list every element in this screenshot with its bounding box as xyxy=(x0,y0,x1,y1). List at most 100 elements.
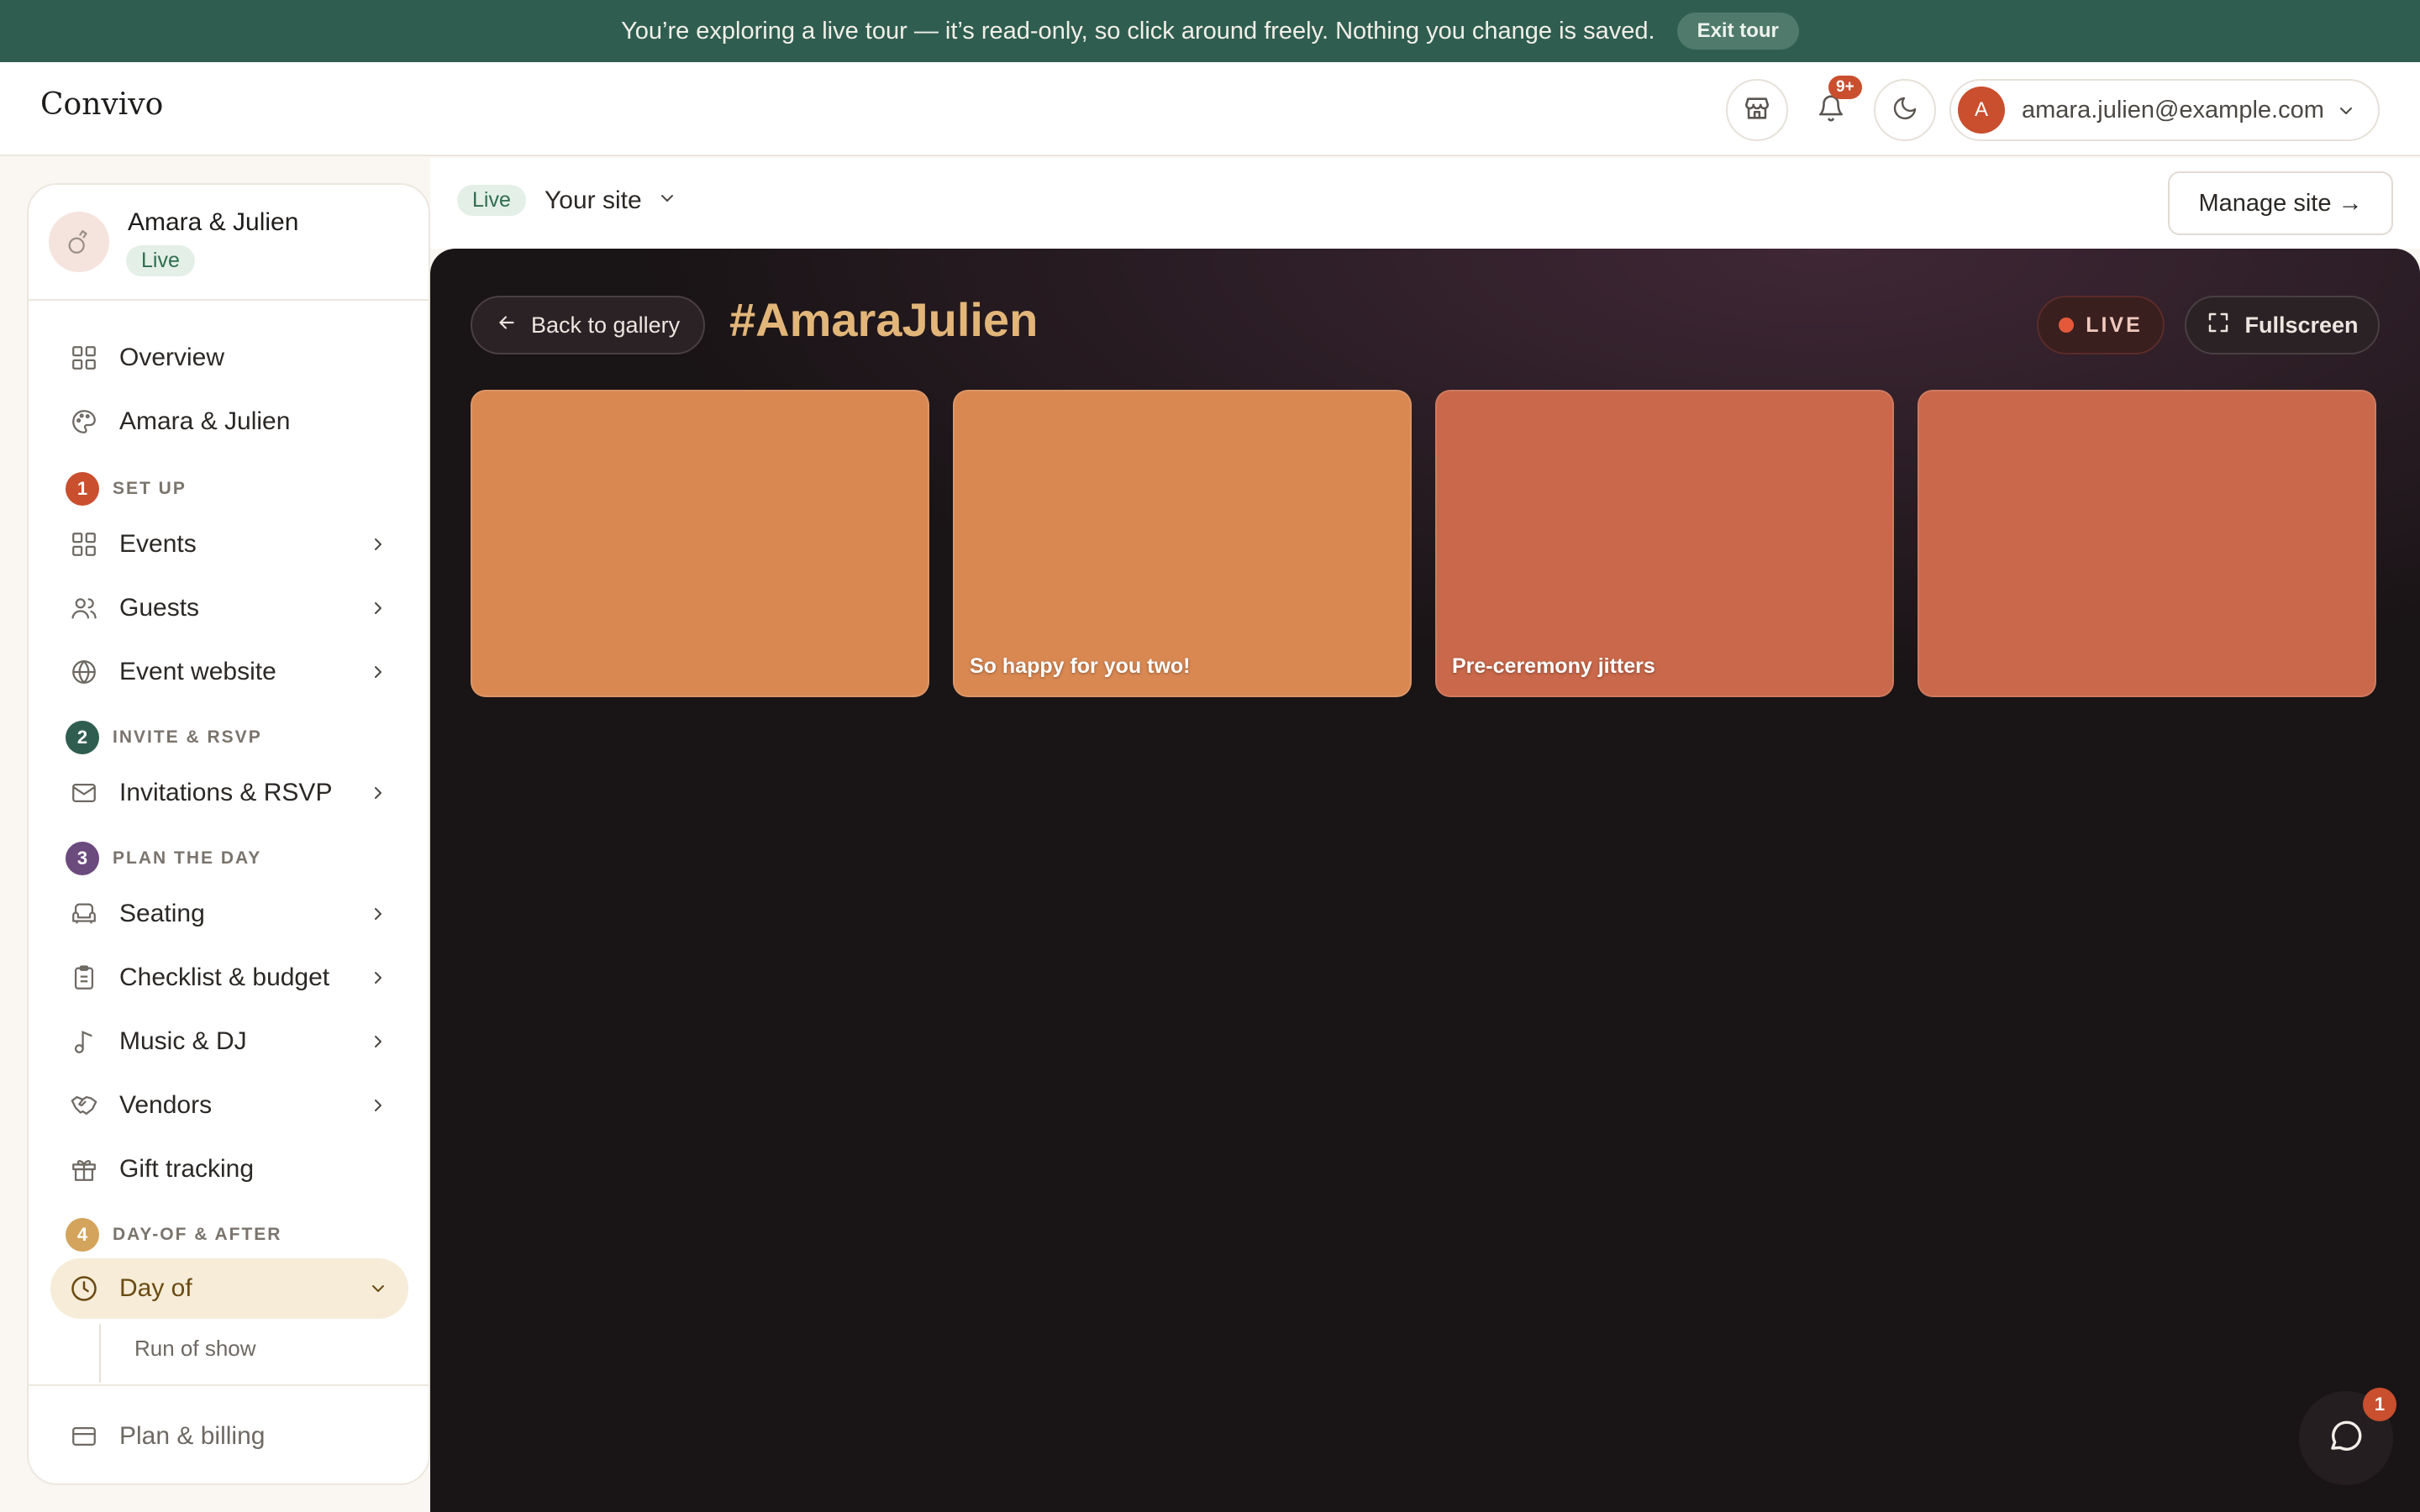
music-note-icon xyxy=(67,1025,101,1058)
live-dot-icon xyxy=(2059,318,2075,333)
chevron-right-icon xyxy=(368,968,388,992)
photo-tile[interactable]: Pre-ceremony jitters xyxy=(1435,390,1894,697)
chevron-right-icon xyxy=(368,598,388,622)
grid-icon xyxy=(67,528,101,561)
sidebar-item-gifts[interactable]: Gift tracking xyxy=(50,1139,408,1200)
sidebar: Amara & Julien Live Overview Amara & Jul… xyxy=(27,183,430,1485)
chevron-right-icon xyxy=(368,662,388,686)
chevron-right-icon xyxy=(368,904,388,928)
sidebar-item-day-of[interactable]: Day of xyxy=(50,1258,408,1319)
avatar: A xyxy=(1958,87,2005,134)
storefront-button[interactable] xyxy=(1726,79,1788,141)
section-label: INVITE & RSVP xyxy=(113,727,262,747)
ring-icon xyxy=(49,212,109,272)
sidebar-item-invitations[interactable]: Invitations & RSVP xyxy=(50,763,408,823)
live-indicator: LIVE xyxy=(2037,296,2165,354)
sidebar-item-seating[interactable]: Seating xyxy=(50,884,408,944)
sidebar-item-billing[interactable]: Plan & billing xyxy=(50,1406,408,1467)
palette-icon xyxy=(67,405,101,438)
sidebar-item-label: Music & DJ xyxy=(119,1027,247,1055)
sidebar-item-label: Gift tracking xyxy=(119,1155,255,1183)
section-label: DAY-OF & AFTER xyxy=(113,1225,282,1244)
sidebar-item-label: Amara & Julien xyxy=(119,407,291,435)
section-header-dayof: 4 DAY-OF & AFTER xyxy=(66,1218,281,1252)
sidebar-item-label: Vendors xyxy=(119,1091,213,1119)
sidebar-item-guests[interactable]: Guests xyxy=(50,578,408,638)
sidebar-item-event-website[interactable]: Event website xyxy=(50,642,408,702)
section-number: 4 xyxy=(66,1218,99,1252)
sidebar-item-music[interactable]: Music & DJ xyxy=(50,1011,408,1072)
theme-toggle-button[interactable] xyxy=(1874,79,1936,141)
sidebar-item-checklist[interactable]: Checklist & budget xyxy=(50,948,408,1008)
project-switcher[interactable]: Amara & Julien Live xyxy=(29,185,429,301)
chat-unread-badge: 1 xyxy=(2363,1388,2396,1421)
clock-icon xyxy=(67,1272,101,1305)
chevron-right-icon xyxy=(368,1032,388,1056)
back-to-gallery-button[interactable]: Back to gallery xyxy=(471,296,706,354)
fullscreen-label: Fullscreen xyxy=(2244,312,2359,338)
sidebar-item-overview[interactable]: Overview xyxy=(50,328,408,388)
app-header: Convivo 9+ A amara.julien@example.com xyxy=(0,62,2420,156)
live-label: LIVE xyxy=(2086,312,2143,337)
sidebar-subitem-run-of-show[interactable]: Run of show xyxy=(134,1336,256,1362)
live-photo-wall: Back to gallery #AmaraJulien LIVE Fullsc… xyxy=(430,249,2420,1512)
sidebar-item-label: Invitations & RSVP xyxy=(119,779,333,806)
notification-count-badge: 9+ xyxy=(1828,76,1862,99)
sofa-icon xyxy=(67,897,101,931)
sidebar-item-label: Plan & billing xyxy=(119,1422,266,1450)
account-menu[interactable]: A amara.julien@example.com xyxy=(1949,79,2380,141)
photo-tile[interactable]: So happy for you two! xyxy=(953,390,1412,697)
storefront-icon xyxy=(1743,94,1771,127)
users-icon xyxy=(67,591,101,625)
clipboard-icon xyxy=(67,961,101,995)
chat-bubble-icon xyxy=(2326,1416,2366,1461)
logo[interactable]: Convivo xyxy=(40,87,163,122)
sidebar-divider xyxy=(29,1384,429,1386)
arrow-left-icon xyxy=(496,312,518,339)
grid-icon xyxy=(67,341,101,375)
account-email: amara.julien@example.com xyxy=(2022,96,2324,123)
event-hashtag: #AmaraJulien xyxy=(729,293,1039,346)
submenu-guide-line xyxy=(99,1324,101,1383)
sidebar-item-label: Overview xyxy=(119,344,225,371)
sidebar-item-label: Seating xyxy=(119,900,205,927)
globe-icon xyxy=(67,655,101,689)
site-selector[interactable]: Your site xyxy=(544,186,677,215)
sidebar-item-label: Event website xyxy=(119,658,276,685)
sidebar-item-label: Guests xyxy=(119,594,200,622)
section-number: 2 xyxy=(66,721,99,754)
fullscreen-button[interactable]: Fullscreen xyxy=(2185,296,2380,354)
gift-icon xyxy=(67,1152,101,1186)
section-number: 3 xyxy=(66,842,99,875)
exit-tour-button[interactable]: Exit tour xyxy=(1676,13,1799,50)
manage-site-button[interactable]: Manage site → xyxy=(2168,171,2393,235)
sidebar-item-vendors[interactable]: Vendors xyxy=(50,1075,408,1136)
section-header-invite: 2 INVITE & RSVP xyxy=(66,721,262,754)
chevron-right-icon xyxy=(368,1095,388,1120)
fullscreen-icon xyxy=(2206,310,2231,341)
photo-caption: So happy for you two! xyxy=(970,654,1191,678)
section-number: 1 xyxy=(66,472,99,506)
chevron-right-icon xyxy=(368,534,388,559)
chevron-down-icon xyxy=(2336,101,2356,125)
photo-caption: Pre-ceremony jitters xyxy=(1452,654,1655,678)
chevron-right-icon xyxy=(368,783,388,807)
section-label: PLAN THE DAY xyxy=(113,848,262,868)
sidebar-item-label: Day of xyxy=(119,1274,192,1302)
moon-icon xyxy=(1891,95,1918,126)
sidebar-item-events[interactable]: Events xyxy=(50,514,408,575)
chevron-down-icon xyxy=(657,186,677,215)
section-label: SET UP xyxy=(113,479,187,498)
project-name: Amara & Julien xyxy=(128,208,299,236)
chevron-down-icon xyxy=(368,1278,388,1303)
photo-tile[interactable] xyxy=(1918,390,2376,697)
photo-tile[interactable] xyxy=(471,390,929,697)
mail-icon xyxy=(67,776,101,810)
site-selector-label: Your site xyxy=(544,186,642,214)
tour-banner: You’re exploring a live tour — it’s read… xyxy=(0,0,2420,62)
project-status-badge: Live xyxy=(126,245,195,276)
section-header-setup: 1 SET UP xyxy=(66,472,187,506)
sidebar-item-design[interactable]: Amara & Julien xyxy=(50,391,408,452)
credit-card-icon xyxy=(67,1420,101,1453)
sidebar-item-label: Checklist & budget xyxy=(119,963,330,991)
